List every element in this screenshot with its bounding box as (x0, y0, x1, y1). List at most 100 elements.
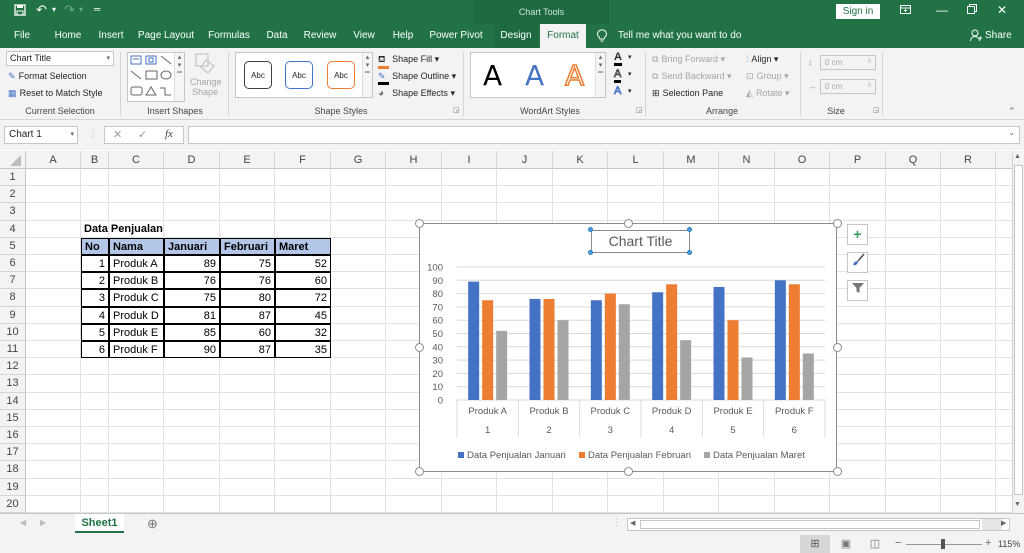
column-header-a[interactable]: A (26, 151, 81, 169)
scroll-down-icon[interactable]: ▼ (1014, 501, 1021, 508)
row-header-19[interactable]: 19 (0, 478, 26, 496)
row-header-3[interactable]: 3 (0, 203, 26, 221)
title-resize-handle[interactable] (588, 250, 593, 255)
table-cell[interactable]: 76 (164, 272, 220, 290)
shape-style-preset-1[interactable]: Abc (244, 61, 272, 89)
table-cell[interactable]: 80 (220, 289, 275, 307)
column-header-m[interactable]: M (664, 151, 719, 169)
row-header-8[interactable]: 8 (0, 289, 26, 307)
chart-resize-handle[interactable] (833, 219, 842, 228)
close-icon[interactable]: ✕ (992, 3, 1012, 17)
chart-title[interactable]: Chart Title (592, 231, 689, 252)
table-title[interactable]: Data Penjualan (81, 221, 166, 238)
column-header-l[interactable]: L (608, 151, 664, 169)
undo-dropdown-icon[interactable]: ▾ (52, 5, 56, 14)
shape-outline-button[interactable]: ✎ Shape Outline ▾ (378, 70, 456, 85)
table-cell[interactable]: 5 (81, 323, 109, 341)
dialog-launcher-icon[interactable]: ◲ (636, 106, 643, 114)
expand-formula-icon[interactable]: ⌄ (1008, 128, 1015, 137)
chart-resize-handle[interactable] (833, 467, 842, 476)
table-cell[interactable]: 2 (81, 272, 109, 290)
zoom-out-icon[interactable]: − (895, 537, 901, 549)
zoom-level[interactable]: 115% (998, 539, 1020, 549)
column-header-f[interactable]: F (275, 151, 331, 169)
tab-design[interactable]: Design (494, 24, 538, 48)
chart-element-dropdown[interactable]: Chart Title ▾ (6, 51, 114, 66)
sheet-tab-sheet1[interactable]: Sheet1 (75, 514, 124, 533)
text-effects-dropdown-icon[interactable]: ▾ (628, 87, 632, 95)
vertical-scrollbar[interactable]: ▲ ▼ (1012, 151, 1024, 513)
table-cell[interactable]: 89 (164, 255, 220, 273)
format-selection-button[interactable]: ✎ Format Selection (8, 70, 87, 82)
wordart-scroll[interactable]: ▴ ▾ ═ (595, 53, 605, 97)
wordart-gallery[interactable]: A A A ▴ ▾ ═ (470, 52, 606, 98)
column-header-o[interactable]: O (775, 151, 830, 169)
wordart-preset-3[interactable]: A (564, 58, 585, 93)
horizontal-scroll-thumb[interactable] (640, 520, 980, 529)
normal-view-button[interactable]: ⊞ (800, 535, 830, 553)
text-fill-dropdown-icon[interactable]: ▾ (628, 53, 632, 61)
chart-resize-handle[interactable] (415, 343, 424, 352)
drag-handle-icon[interactable]: ⋮ (88, 128, 98, 139)
collapse-ribbon-icon[interactable]: ⌃ (1008, 106, 1016, 117)
table-cell[interactable]: Produk C (109, 289, 164, 307)
row-header-15[interactable]: 15 (0, 409, 26, 427)
chart-styles-button[interactable] (847, 252, 868, 273)
title-resize-handle[interactable] (687, 227, 692, 232)
page-layout-view-button[interactable]: ▣ (833, 535, 859, 553)
text-outline-icon[interactable]: A (614, 68, 622, 83)
table-header-maret[interactable]: Maret (275, 237, 331, 255)
title-resize-handle[interactable] (588, 227, 593, 232)
row-header-10[interactable]: 10 (0, 323, 26, 341)
dialog-launcher-icon[interactable]: ◲ (453, 106, 460, 114)
tab-power-pivot[interactable]: Power Pivot (426, 24, 486, 48)
chart-resize-handle[interactable] (624, 467, 633, 476)
text-effects-icon[interactable]: A (614, 85, 622, 97)
table-cell[interactable]: Produk B (109, 272, 164, 290)
chart-resize-handle[interactable] (415, 467, 424, 476)
horizontal-scrollbar[interactable]: ◀ ▶ (627, 518, 1010, 531)
ribbon-display-icon[interactable] (895, 3, 915, 17)
table-cell[interactable]: 90 (164, 341, 220, 359)
row-header-6[interactable]: 6 (0, 255, 26, 273)
share-button[interactable]: Share (985, 24, 1012, 48)
row-header-14[interactable]: 14 (0, 392, 26, 410)
prev-sheet-icon[interactable]: ◀ (20, 518, 26, 527)
minimize-icon[interactable]: — (932, 3, 952, 17)
row-header-13[interactable]: 13 (0, 375, 26, 393)
text-fill-icon[interactable]: A (614, 52, 622, 66)
tab-review[interactable]: Review (300, 24, 340, 48)
row-header-1[interactable]: 1 (0, 169, 26, 187)
chart-resize-handle[interactable] (833, 343, 842, 352)
shapes-gallery-scroll[interactable]: ▴ ▾ ═ (174, 53, 184, 101)
vertical-scroll-thumb[interactable] (1014, 165, 1023, 495)
column-header-n[interactable]: N (719, 151, 775, 169)
scroll-left-icon[interactable]: ◀ (630, 519, 635, 527)
chart-filters-button[interactable] (847, 280, 868, 301)
tab-splitter-icon[interactable]: ⋮ (612, 517, 621, 528)
table-cell[interactable]: Produk A (109, 255, 164, 273)
tab-insert[interactable]: Insert (94, 24, 128, 48)
table-cell[interactable]: 1 (81, 255, 109, 273)
tab-home[interactable]: Home (48, 24, 88, 48)
table-header-no[interactable]: No (81, 237, 109, 255)
column-header-r[interactable]: R (941, 151, 996, 169)
row-header-16[interactable]: 16 (0, 427, 26, 445)
table-cell[interactable]: 4 (81, 306, 109, 324)
chart-resize-handle[interactable] (624, 219, 633, 228)
row-header-9[interactable]: 9 (0, 306, 26, 324)
tab-help[interactable]: Help (388, 24, 418, 48)
tab-format[interactable]: Format (540, 24, 586, 48)
new-sheet-icon[interactable]: ⊕ (147, 516, 158, 532)
formula-input[interactable]: ⌄ (188, 126, 1020, 144)
scroll-up-icon[interactable]: ▲ (1014, 153, 1021, 160)
table-cell[interactable]: 81 (164, 306, 220, 324)
column-header-p[interactable]: P (830, 151, 886, 169)
save-icon[interactable] (14, 4, 26, 19)
table-cell[interactable]: Produk D (109, 306, 164, 324)
row-header-11[interactable]: 11 (0, 341, 26, 359)
table-cell[interactable]: 75 (164, 289, 220, 307)
table-cell[interactable]: 52 (275, 255, 331, 273)
wordart-preset-2[interactable]: A (525, 59, 544, 92)
table-cell[interactable]: 32 (275, 323, 331, 341)
